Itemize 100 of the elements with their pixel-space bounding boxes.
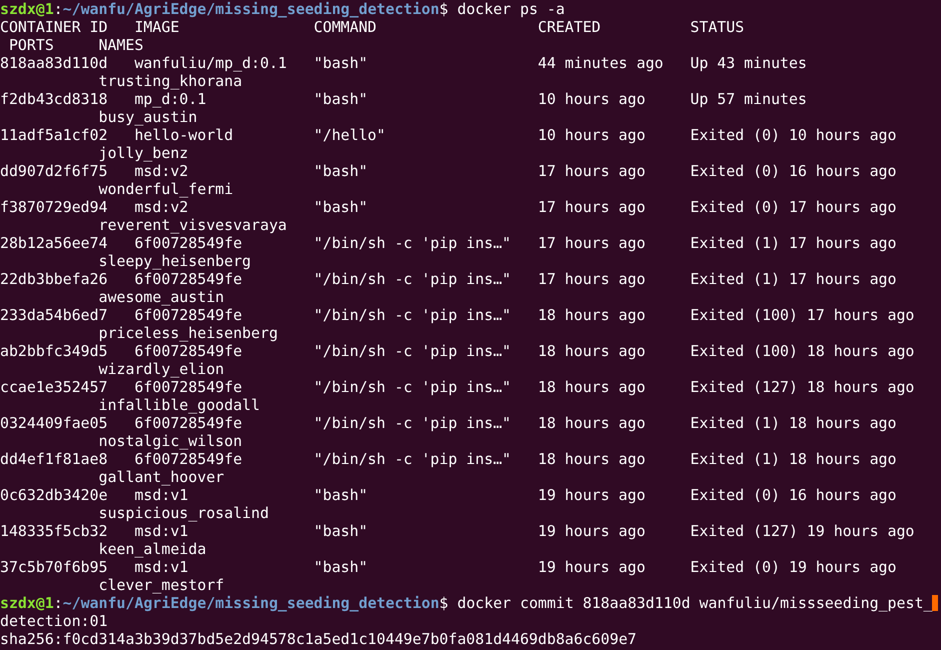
container-id: 28b12a56ee74 bbox=[0, 234, 109, 252]
command-cell-text: "bash" bbox=[314, 522, 369, 540]
container-id: 11adf5a1cf02 bbox=[0, 126, 109, 144]
container-id: dd4ef1f81ae8 bbox=[0, 450, 109, 468]
created-cell-text: 17 hours ago bbox=[538, 198, 646, 216]
created-cell-text: 10 hours ago bbox=[538, 126, 646, 144]
image-name: wanfuliu/mp_d:0.1 bbox=[134, 54, 288, 72]
image-name: 6f00728549fe bbox=[134, 342, 244, 360]
created-cell-text: 18 hours ago bbox=[538, 306, 646, 324]
status-cell: Exited (100) 18 hours ago bbox=[690, 342, 914, 360]
status-cell: Exited (0) 17 hours ago bbox=[690, 198, 896, 216]
created-cell-text: 18 hours ago bbox=[538, 414, 646, 432]
container-name: nostalgic_wilson bbox=[98, 432, 242, 450]
container-name: sleepy_heisenberg bbox=[98, 252, 252, 270]
prompt-separator: : bbox=[54, 0, 63, 18]
prompt-user: szdx@1 bbox=[0, 0, 54, 18]
status-cell: Exited (0) 16 hours ago bbox=[690, 162, 896, 180]
image-name: msd:v1 bbox=[134, 558, 190, 576]
status-cell: Up 57 minutes bbox=[690, 90, 807, 108]
container-name: jolly_benz bbox=[98, 144, 188, 162]
status-cell: Exited (0) 10 hours ago bbox=[690, 126, 896, 144]
container-name: wizardly_elion bbox=[98, 360, 224, 378]
command-cell-text: "bash" bbox=[314, 54, 369, 72]
status-cell: Exited (127) 19 hours ago bbox=[690, 522, 914, 540]
container-id: 0c632db3420e bbox=[0, 486, 109, 504]
prompt-path: ~/wanfu/AgriEdge/missing_seeding_detection bbox=[62, 594, 440, 612]
column-header: NAMES bbox=[98, 36, 144, 54]
prompt-path: ~/wanfu/AgriEdge/missing_seeding_detection bbox=[62, 0, 440, 18]
image-name: hello-world bbox=[134, 126, 234, 144]
created-cell-text: 10 hours ago bbox=[538, 90, 646, 108]
column-header: PORTS bbox=[8, 36, 55, 54]
command-cell-text: "/bin/sh -c 'pip ins…" bbox=[314, 270, 512, 288]
image-name: 6f00728549fe bbox=[134, 414, 244, 432]
container-id: 37c5b70f6b95 bbox=[0, 558, 109, 576]
created-cell-text: 18 hours ago bbox=[538, 378, 646, 396]
created-cell-text: 18 hours ago bbox=[538, 450, 646, 468]
created-cell-text: 18 hours ago bbox=[538, 342, 646, 360]
container-name: gallant_hoover bbox=[98, 468, 224, 486]
image-name: 6f00728549fe bbox=[134, 306, 244, 324]
container-id: dd907d2f6f75 bbox=[0, 162, 109, 180]
created-cell-text: 17 hours ago bbox=[538, 270, 646, 288]
container-name: wonderful_fermi bbox=[98, 180, 234, 198]
container-name: infallible_goodall bbox=[98, 396, 260, 414]
image-name: 6f00728549fe bbox=[134, 378, 244, 396]
column-header: COMMAND bbox=[314, 18, 378, 36]
image-name: mp_d:0.1 bbox=[134, 90, 208, 108]
created-cell-text: 19 hours ago bbox=[538, 522, 646, 540]
container-name: busy_austin bbox=[98, 108, 198, 126]
container-name: trusting_khorana bbox=[98, 72, 242, 90]
command-cell-text: "bash" bbox=[314, 558, 369, 576]
image-name: 6f00728549fe bbox=[134, 450, 244, 468]
command-cell-text: "/hello" bbox=[314, 126, 386, 144]
created-cell-text: 17 hours ago bbox=[538, 162, 646, 180]
container-name: suspicious_rosalind bbox=[98, 504, 269, 522]
image-name: msd:v2 bbox=[134, 198, 190, 216]
container-id: f3870729ed94 bbox=[0, 198, 109, 216]
container-id: ccae1e352457 bbox=[0, 378, 109, 396]
image-name: msd:v1 bbox=[134, 486, 190, 504]
image-name: 6f00728549fe bbox=[134, 270, 244, 288]
command-cell-text: "/bin/sh -c 'pip ins…" bbox=[314, 342, 512, 360]
command-text: detection:01 bbox=[0, 612, 108, 630]
container-id: ab2bbfc349d5 bbox=[0, 342, 109, 360]
image-name: 6f00728549fe bbox=[134, 234, 244, 252]
status-cell: Exited (0) 16 hours ago bbox=[690, 486, 896, 504]
status-cell: Exited (127) 18 hours ago bbox=[690, 378, 914, 396]
container-name: reverent_visvesvaraya bbox=[98, 216, 287, 234]
command-cell-text: "bash" bbox=[314, 162, 369, 180]
created-cell-text: 19 hours ago bbox=[538, 486, 646, 504]
column-header: CONTAINER ID bbox=[0, 18, 109, 36]
container-name: clever_mestorf bbox=[98, 576, 224, 594]
status-cell: Exited (1) 18 hours ago bbox=[690, 414, 896, 432]
command-cell-text: "/bin/sh -c 'pip ins…" bbox=[314, 414, 512, 432]
column-header: STATUS bbox=[690, 18, 744, 36]
container-id: f2db43cd8318 bbox=[0, 90, 109, 108]
command-cell-text: "bash" bbox=[314, 198, 369, 216]
status-cell: Exited (1) 18 hours ago bbox=[690, 450, 896, 468]
status-cell: Exited (0) 19 hours ago bbox=[690, 558, 896, 576]
command-output: sha256:f0cd314a3b39d37bd5e2d94578c1a5ed1c10449e7b0fa081d4469db8a6c609e7 bbox=[0, 630, 637, 648]
container-id: 0324409fae05 bbox=[0, 414, 109, 432]
container-id: 148335f5cb32 bbox=[0, 522, 109, 540]
container-id: 233da54b6ed7 bbox=[0, 306, 109, 324]
column-header: IMAGE bbox=[134, 18, 180, 36]
command-cell-text: "/bin/sh -c 'pip ins…" bbox=[314, 306, 512, 324]
image-name: msd:v2 bbox=[134, 162, 190, 180]
status-cell: Up 43 minutes bbox=[690, 54, 807, 72]
command-cell-text: "bash" bbox=[314, 90, 369, 108]
prompt-user: szdx@1 bbox=[0, 594, 54, 612]
container-id: 818aa83d110d bbox=[0, 54, 109, 72]
image-name: msd:v1 bbox=[134, 522, 190, 540]
created-cell-text: 44 minutes ago bbox=[538, 54, 664, 72]
command-text: docker ps -a bbox=[457, 0, 565, 18]
container-name: awesome_austin bbox=[98, 288, 224, 306]
created-cell-text: 19 hours ago bbox=[538, 558, 646, 576]
status-cell: Exited (100) 17 hours ago bbox=[690, 306, 914, 324]
prompt-symbol: $ bbox=[439, 594, 448, 612]
created-cell-text: 17 hours ago bbox=[538, 234, 646, 252]
prompt-separator: : bbox=[54, 594, 63, 612]
prompt-symbol: $ bbox=[439, 0, 448, 18]
container-name: keen_almeida bbox=[98, 540, 206, 558]
status-cell: Exited (1) 17 hours ago bbox=[690, 270, 896, 288]
